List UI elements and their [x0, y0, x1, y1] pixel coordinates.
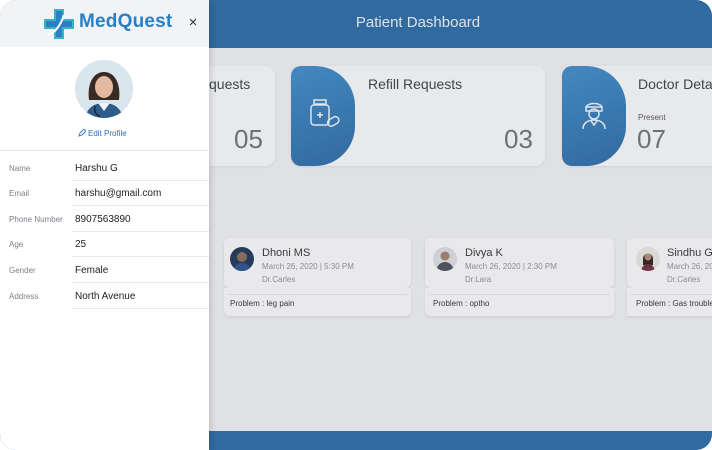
profile-row-name: Name Harshu G [0, 156, 209, 181]
field-value: 8907563890 [75, 214, 131, 225]
medical-cross-logo-icon [44, 9, 74, 39]
divider [0, 150, 209, 151]
brand-name: MedQuest [79, 11, 173, 32]
edit-profile-label: Edit Profile [88, 129, 127, 138]
field-label: Email [9, 189, 30, 198]
profile-drawer: MedQuest × Edit Profile Name Harshu G Em… [0, 0, 209, 450]
field-value: 25 [75, 239, 87, 250]
profile-row-age: Age 25 [0, 232, 209, 257]
field-label: Gender [9, 266, 36, 275]
profile-row-phone: Phone Number 8907563890 [0, 207, 209, 232]
field-value: harshu@gmail.com [75, 188, 162, 199]
row-divider [72, 282, 209, 283]
field-label: Name [9, 164, 31, 173]
field-value: Female [75, 265, 109, 276]
close-button[interactable]: × [185, 13, 201, 33]
profile-row-gender: Gender Female [0, 258, 209, 283]
edit-profile-link[interactable]: Edit Profile [78, 128, 127, 138]
field-value: Harshu G [75, 163, 118, 174]
row-divider [72, 308, 209, 309]
app-window: Patient Dashboard quests 05 Refill Reque… [0, 0, 712, 450]
field-label: Age [9, 240, 24, 249]
profile-row-email: Email harshu@gmail.com [0, 181, 209, 206]
row-divider [72, 256, 209, 257]
profile-row-address: Address North Avenue [0, 284, 209, 309]
field-label: Phone Number [9, 215, 63, 224]
drawer-header: MedQuest × [0, 0, 209, 47]
profile-avatar [75, 60, 133, 118]
field-label: Address [9, 292, 39, 301]
pencil-icon [78, 128, 87, 137]
row-divider [72, 205, 209, 206]
field-value: North Avenue [75, 291, 136, 302]
